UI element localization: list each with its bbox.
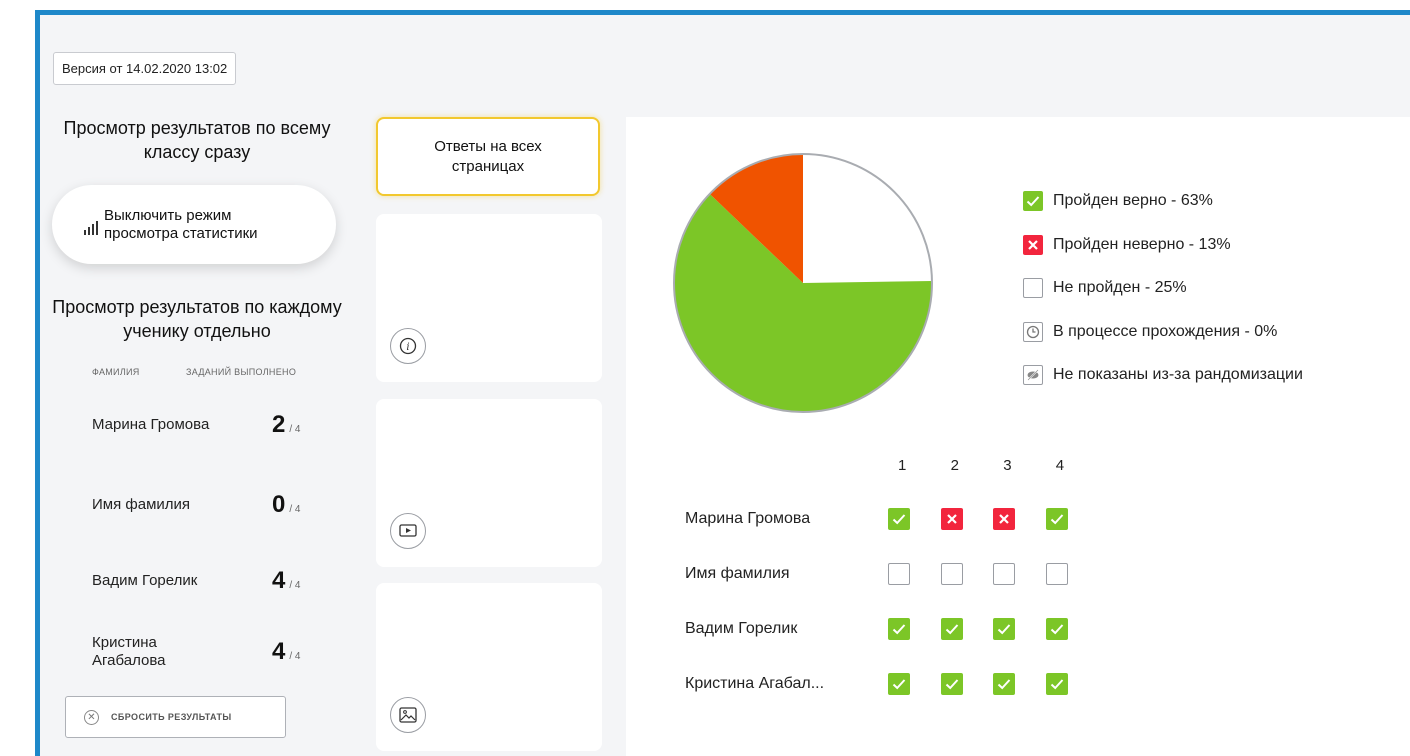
legend-item: Не пройден - 25% [1023, 278, 1303, 298]
check-icon [993, 673, 1016, 695]
cross-icon [1023, 234, 1043, 255]
student-name: Имя фамилия [92, 496, 191, 513]
matrix-cells [888, 508, 1098, 530]
score-total: / 4 [289, 651, 301, 662]
check-icon [1023, 191, 1043, 211]
empty-box-icon [940, 563, 963, 585]
stats-mode-toggle-button[interactable]: Выключить режим просмотра статистики [52, 185, 336, 264]
matrix-student-name: Кристина Агабал... [685, 675, 825, 692]
matrix-row: Марина Громова [685, 507, 1098, 531]
matrix-student-name: Вадим Горелик [685, 620, 798, 637]
task-number-headers: 1 2 3 4 [897, 457, 1107, 474]
results-panel: Пройден верно - 63% Пройден неверно - 13… [626, 117, 1410, 756]
student-row[interactable]: Имя фамилия 0 / 4 [92, 480, 332, 530]
task-number: 1 [898, 457, 907, 474]
check-icon [1045, 618, 1068, 640]
page-card[interactable] [376, 399, 602, 567]
column-header-surname: фамилия [92, 367, 140, 377]
page-card[interactable]: i [376, 214, 602, 382]
student-results-heading: Просмотр результатов по каждому ученику … [52, 297, 342, 341]
score-value: 4 [272, 567, 286, 594]
results-pie-chart [673, 153, 933, 413]
student-score: 4 / 4 [272, 638, 300, 666]
student-row[interactable]: Кристина Агабалова 4 / 4 [92, 627, 332, 677]
student-score: 4 / 4 [272, 567, 300, 595]
matrix-student-name: Марина Громова [685, 510, 811, 527]
check-icon [888, 618, 910, 640]
task-number: 3 [1003, 457, 1012, 474]
check-icon [1045, 673, 1068, 695]
legend-label: Не показаны из-за рандомизации [1053, 366, 1303, 383]
task-number: 4 [1055, 457, 1065, 474]
check-icon [1045, 508, 1068, 530]
student-name: Вадим Горелик [92, 572, 198, 589]
check-icon [888, 508, 910, 530]
answers-all-pages-label: Ответы на всех страницах [434, 137, 542, 175]
matrix-cells [888, 618, 1098, 640]
reset-results-button[interactable]: ✕ сбросить результаты [65, 696, 286, 738]
legend-item: В процессе прохождения - 0% [1023, 321, 1303, 342]
legend-item: Не показаны из-за рандомизации [1023, 365, 1303, 385]
answers-all-pages-card[interactable]: Ответы на всех страницах [376, 117, 600, 196]
student-row[interactable]: Марина Громова 2 / 4 [92, 400, 332, 450]
legend-label: Не пройден - 25% [1053, 279, 1187, 296]
score-total: / 4 [289, 504, 301, 515]
clock-icon [1023, 321, 1043, 342]
legend-label: Пройден верно - 63% [1053, 192, 1213, 209]
legend-item: Пройден верно - 63% [1023, 191, 1303, 211]
score-total: / 4 [289, 580, 301, 591]
main-frame: Версия от 14.02.2020 13:02 Просмотр резу… [35, 10, 1410, 756]
close-circle-icon: ✕ [84, 709, 99, 725]
info-icon[interactable]: i [390, 328, 426, 364]
cross-icon [993, 508, 1016, 530]
image-icon[interactable] [390, 697, 426, 733]
legend-label: Пройден неверно - 13% [1053, 235, 1231, 253]
cross-icon [940, 508, 963, 530]
version-tag[interactable]: Версия от 14.02.2020 13:02 [53, 52, 237, 85]
student-name: Кристина Агабалова [92, 634, 166, 669]
bar-chart-icon [84, 220, 98, 235]
score-value: 0 [272, 491, 286, 518]
column-header-done: заданий выполнено [186, 367, 297, 377]
matrix-cells [888, 563, 1098, 585]
student-score: 2 / 4 [272, 411, 300, 439]
stats-toggle-label: Выключить режим просмотра статистики [104, 206, 258, 242]
video-icon[interactable] [390, 513, 426, 549]
hidden-eye-icon [1023, 365, 1043, 385]
check-icon [993, 618, 1016, 640]
score-value: 4 [272, 638, 286, 665]
class-results-heading: Просмотр результатов по всему классу сра… [63, 118, 331, 162]
student-name: Марина Громова [92, 416, 210, 433]
empty-box-icon [888, 563, 910, 585]
legend-label: В процессе прохождения - 0% [1053, 322, 1278, 340]
results-legend: Пройден верно - 63% Пройден неверно - 13… [1023, 191, 1303, 409]
reset-results-label: сбросить результаты [111, 712, 232, 722]
matrix-cells [888, 673, 1098, 695]
score-value: 2 [272, 411, 286, 438]
check-icon [888, 673, 910, 695]
task-number: 2 [950, 457, 959, 474]
matrix-row: Кристина Агабал... [685, 672, 1098, 696]
check-icon [940, 618, 963, 640]
empty-box-icon [1023, 278, 1043, 298]
empty-box-icon [993, 563, 1016, 585]
legend-item: Пройден неверно - 13% [1023, 234, 1303, 255]
student-row[interactable]: Вадим Горелик 4 / 4 [92, 556, 332, 606]
matrix-row: Имя фамилия [685, 562, 1098, 586]
page-card[interactable] [376, 583, 602, 751]
pie-slice-not-passed [803, 154, 932, 283]
matrix-student-name: Имя фамилия [685, 565, 790, 582]
student-score: 0 / 4 [272, 491, 300, 519]
check-icon [940, 673, 963, 695]
empty-box-icon [1045, 563, 1068, 585]
svg-text:i: i [406, 342, 409, 353]
score-total: / 4 [289, 424, 301, 435]
matrix-row: Вадим Горелик [685, 617, 1098, 641]
